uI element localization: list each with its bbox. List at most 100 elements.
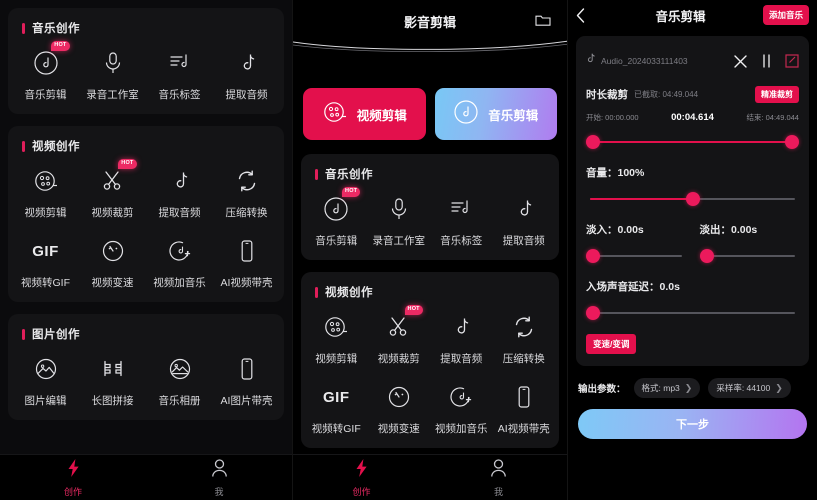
tool-tile[interactable]: 音乐相册 [146, 352, 213, 408]
tool-tile[interactable]: 视频变速 [368, 380, 431, 436]
volume-slider[interactable] [586, 190, 799, 208]
add-music-button[interactable]: 添加音乐 [762, 5, 809, 25]
section-title-text: 图片创作 [32, 329, 80, 341]
tool-tile-label: 提取音频 [158, 207, 201, 219]
gif-text-icon: GIF [32, 242, 59, 260]
close-icon[interactable] [733, 54, 748, 69]
speed-pitch-button[interactable]: 变速/变调 [586, 334, 637, 354]
scissors-icon: HOT [386, 305, 423, 344]
section-card-1: 视频创作 视频剪辑 HOT 视频裁剪 提取音频 压缩转换 GIF 视频转GIF 视频变速 视频加音… [8, 126, 284, 302]
section-accent-bar [22, 328, 25, 340]
panel-music-trim-editor: 音乐剪辑 添加音乐 Audio_2024033111403 时长裁剪 已截取: … [568, 0, 817, 500]
section-title-text: 音乐创作 [32, 23, 80, 35]
folder-icon[interactable] [535, 13, 551, 32]
tabbar-item-me[interactable]: 我 [146, 455, 292, 500]
film-reel-icon [323, 310, 349, 344]
fade-out-knob[interactable] [699, 249, 714, 263]
tool-tile[interactable]: 视频加音乐 [430, 380, 493, 436]
tool-tile[interactable]: AI图片带壳 [213, 352, 280, 408]
tool-tile[interactable]: 提取音频 [213, 46, 280, 102]
panel2-sections: 音乐创作 HOT 音乐剪辑 录音工作室 音乐标签 提取音频 视频创作 视频剪辑 HOT 视频裁剪提… [293, 154, 567, 500]
tool-tile-label: 音乐相册 [158, 395, 201, 407]
tool-tile[interactable]: AI视频带壳 [493, 380, 556, 436]
tool-tile-label: 音乐标签 [440, 235, 483, 247]
tool-tile[interactable]: 视频加音乐 [146, 234, 213, 290]
edit-square-icon[interactable] [785, 54, 799, 68]
precise-trim-button[interactable]: 精准裁剪 [755, 86, 799, 103]
tool-tile[interactable]: HOT 视频裁剪 [79, 159, 146, 220]
convert-loop-icon [511, 310, 537, 344]
delay-slider[interactable] [586, 304, 799, 322]
tool-tile[interactable]: 音乐标签 [146, 46, 213, 102]
tool-tile[interactable]: 音乐标签 [430, 192, 493, 248]
add-music-circle-icon [448, 380, 474, 414]
video-edit-button[interactable]: 视频剪辑 [303, 88, 426, 140]
trim-knob-left[interactable] [586, 135, 600, 149]
tool-tile[interactable]: 视频剪辑 [305, 310, 368, 366]
tool-tile-label: 视频加音乐 [435, 423, 488, 435]
tool-tile-label: 视频转GIF [311, 423, 361, 435]
tool-tile-label: 音乐剪辑 [24, 89, 67, 101]
tabbar-label: 创作 [63, 486, 82, 497]
fade-out-slider[interactable] [699, 247, 800, 265]
tool-tile[interactable]: 长图拼接 [79, 352, 146, 408]
tile-grid: 图片编辑 长图拼接 音乐相册 AI图片带壳 [12, 352, 280, 408]
delay-knob[interactable] [586, 306, 600, 320]
next-step-button[interactable]: 下一步 [578, 409, 807, 439]
tool-tile-label: AI视频带壳 [497, 423, 550, 435]
music-note-icon [167, 164, 193, 198]
tool-tile[interactable]: 录音工作室 [368, 192, 431, 248]
tool-tile[interactable]: HOT 音乐剪辑 [12, 41, 79, 102]
add-music-circle-icon [167, 234, 193, 268]
tool-tile[interactable]: 提取音频 [430, 310, 493, 366]
stitch-icon [100, 352, 126, 386]
tiktok-note-icon [586, 52, 596, 70]
file-action-group [733, 54, 799, 69]
tabbar-item-create[interactable]: 创作 [293, 455, 430, 500]
section-title-text: 视频创作 [325, 287, 373, 299]
tool-tile-label: 录音工作室 [372, 235, 426, 247]
tool-tile[interactable]: HOT 音乐剪辑 [305, 187, 368, 248]
pause-icon[interactable] [761, 54, 772, 68]
fade-in-track [590, 255, 682, 257]
fade-out-label: 淡出：0.00s [699, 224, 758, 236]
volume-fill [590, 198, 689, 200]
tool-tile[interactable]: 提取音频 [146, 164, 213, 220]
phone-frame-icon [511, 380, 537, 414]
tool-tile[interactable]: GIF 视频转GIF [12, 234, 79, 290]
tool-tile[interactable]: 图片编辑 [12, 352, 79, 408]
volume-knob[interactable] [685, 192, 700, 206]
tool-tile[interactable]: 视频剪辑 [12, 164, 79, 220]
tabbar-item-me[interactable]: 我 [430, 455, 567, 500]
tool-tile-label: 长图拼接 [91, 395, 134, 407]
hot-badge: HOT [118, 159, 137, 169]
tool-tile[interactable]: 录音工作室 [79, 46, 146, 102]
samplerate-chip[interactable]: 采样率: 44100 ❯ [708, 378, 791, 398]
fade-in-slider[interactable] [586, 247, 686, 265]
chevron-left-icon[interactable] [576, 7, 598, 23]
primary-button-label: 视频剪辑 [356, 108, 407, 123]
tool-tile-label: 视频变速 [91, 277, 134, 289]
music-tag-icon [448, 192, 474, 226]
page-title: 音乐剪辑 [655, 9, 706, 24]
tool-tile[interactable]: HOT 视频裁剪 [368, 305, 431, 366]
person-icon [211, 458, 228, 483]
tabbar-item-create[interactable]: 创作 [0, 455, 146, 500]
tool-tile[interactable]: GIF 视频转GIF [305, 380, 368, 436]
tool-tile[interactable]: 视频变速 [79, 234, 146, 290]
tool-tile[interactable]: 压缩转换 [493, 310, 556, 366]
samplerate-chip-text: 采样率: 44100 [716, 383, 771, 393]
format-chip[interactable]: 格式: mp3 ❯ [633, 378, 701, 398]
tool-tile-label: 视频加音乐 [153, 277, 206, 289]
tool-tile[interactable]: 压缩转换 [213, 164, 280, 220]
fade-in-knob[interactable] [586, 249, 600, 263]
hot-badge: HOT [51, 41, 70, 51]
panel-media-editor-home: 影音剪辑 视频剪辑 音乐剪辑 音乐创作 HOT 音乐剪辑 录音工作室 音乐标签 提取音频 视频… [292, 0, 568, 500]
chevron-right-icon: ❯ [775, 382, 783, 393]
tool-tile[interactable]: AI视频带壳 [213, 234, 280, 290]
trim-range-slider[interactable] [586, 133, 799, 151]
tool-tile[interactable]: 提取音频 [493, 192, 556, 248]
music-edit-button[interactable]: 音乐剪辑 [434, 88, 557, 140]
panel2-primary-buttons: 视频剪辑 音乐剪辑 [293, 88, 567, 140]
trim-knob-right[interactable] [785, 135, 799, 149]
